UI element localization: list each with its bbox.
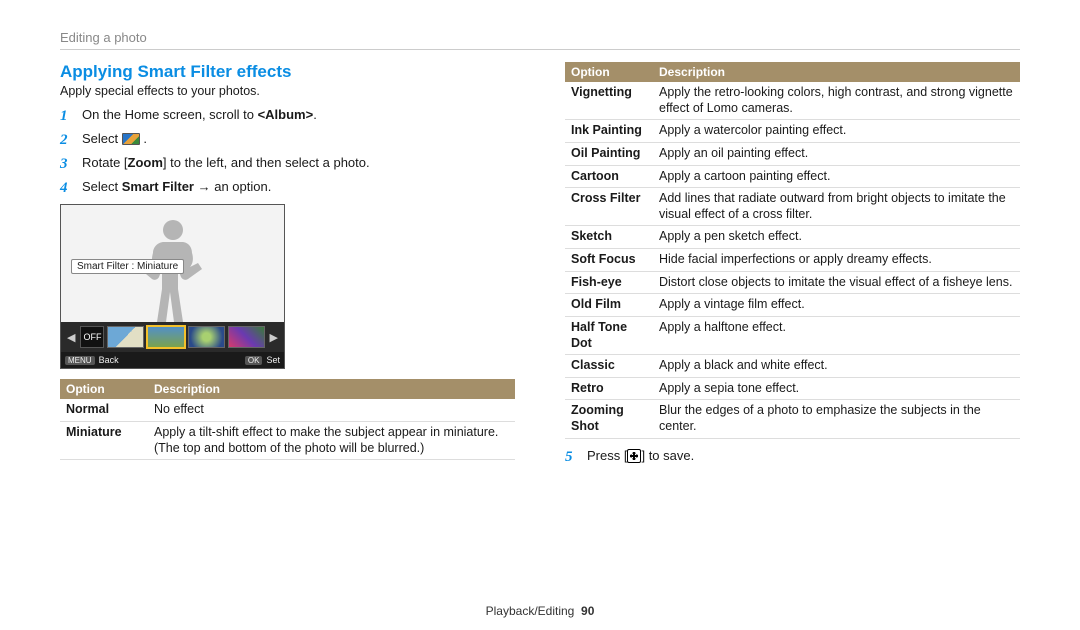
table-row: Old FilmApply a vintage film effect. — [565, 294, 1020, 317]
ss-thumb-4 — [228, 326, 265, 348]
content-columns: Applying Smart Filter effects Apply spec… — [60, 62, 1020, 470]
breadcrumb: Editing a photo — [60, 30, 1020, 45]
step-4: Select Smart Filter → an option. — [60, 178, 515, 197]
divider — [60, 49, 1020, 50]
option-name: Sketch — [565, 226, 653, 249]
table-row: VignettingApply the retro-looking colors… — [565, 82, 1020, 120]
option-name: Vignetting — [565, 82, 653, 120]
option-description: Hide facial imperfections or apply dream… — [653, 249, 1020, 272]
option-description: Apply a black and white effect. — [653, 355, 1020, 378]
option-description: Apply the retro-looking colors, high con… — [653, 82, 1020, 120]
option-description: Add lines that radiate outward from brig… — [653, 188, 1020, 226]
table-row: Zooming ShotBlur the edges of a photo to… — [565, 400, 1020, 438]
ss-photo-area: Smart Filter : Miniature — [61, 205, 284, 322]
ss-bottom-bar: MENU Back OK Set — [61, 352, 284, 368]
option-name: Soft Focus — [565, 249, 653, 272]
table-row: ClassicApply a black and white effect. — [565, 355, 1020, 378]
option-description: Apply a cartoon painting effect. — [653, 165, 1020, 188]
option-description: Blur the edges of a photo to emphasize t… — [653, 400, 1020, 438]
step-list: On the Home screen, scroll to <Album>. S… — [60, 106, 515, 196]
option-name: Fish-eye — [565, 271, 653, 294]
option-description: Apply a sepia tone effect. — [653, 377, 1020, 400]
step-2: Select . — [60, 130, 515, 149]
table-row: Ink PaintingApply a watercolor painting … — [565, 120, 1020, 143]
option-description: Distort close objects to imitate the vis… — [653, 271, 1020, 294]
right-column: Option Description VignettingApply the r… — [565, 62, 1020, 470]
table-row: Oil PaintingApply an oil painting effect… — [565, 142, 1020, 165]
step-list-continued: Press [] to save. — [565, 447, 1020, 466]
option-name: Retro — [565, 377, 653, 400]
option-description: Apply a vintage film effect. — [653, 294, 1020, 317]
th-description: Description — [653, 62, 1020, 82]
option-name: Cross Filter — [565, 188, 653, 226]
ss-thumb-3 — [188, 326, 225, 348]
ss-menu-button: MENU — [65, 356, 95, 365]
option-description: Apply a halftone effect. — [653, 316, 1020, 354]
album-icon — [122, 133, 140, 145]
option-name: Ink Painting — [565, 120, 653, 143]
ss-ok-button: OK — [245, 356, 263, 365]
option-name: Old Film — [565, 294, 653, 317]
table-row: Cross FilterAdd lines that radiate outwa… — [565, 188, 1020, 226]
step-5: Press [] to save. — [565, 447, 1020, 466]
options-table-right: Option Description VignettingApply the r… — [565, 62, 1020, 439]
option-name: Normal — [60, 399, 148, 421]
step-1: On the Home screen, scroll to <Album>. — [60, 106, 515, 125]
option-name: Oil Painting — [565, 142, 653, 165]
option-description: Apply a tilt-shift effect to make the su… — [148, 422, 515, 460]
th-option: Option — [60, 379, 148, 399]
left-column: Applying Smart Filter effects Apply spec… — [60, 62, 515, 470]
table-row: CartoonApply a cartoon painting effect. — [565, 165, 1020, 188]
option-name: Zooming Shot — [565, 400, 653, 438]
option-name: Miniature — [60, 422, 148, 460]
option-description: Apply an oil painting effect. — [653, 142, 1020, 165]
page-footer: Playback/Editing 90 — [0, 604, 1080, 618]
th-description: Description — [148, 379, 515, 399]
ss-filter-label: Smart Filter : Miniature — [71, 259, 184, 274]
ss-back-label: Back — [99, 355, 119, 365]
option-description: Apply a watercolor painting effect. — [653, 120, 1020, 143]
page-title: Applying Smart Filter effects — [60, 62, 515, 82]
options-table-left: Option Description NormalNo effectMiniat… — [60, 379, 515, 460]
lead-text: Apply special effects to your photos. — [60, 84, 515, 98]
option-name: Cartoon — [565, 165, 653, 188]
camera-screenshot: Smart Filter : Miniature ◀ OFF ▶ MENU Ba… — [60, 204, 285, 369]
table-row: MiniatureApply a tilt-shift effect to ma… — [60, 422, 515, 460]
option-name: Classic — [565, 355, 653, 378]
table-row: NormalNo effect — [60, 399, 515, 421]
table-row: Soft FocusHide facial imperfections or a… — [565, 249, 1020, 272]
step-3: Rotate [Zoom] to the left, and then sele… — [60, 154, 515, 173]
ss-set-label: Set — [266, 355, 280, 365]
table-row: Fish-eyeDistort close objects to imitate… — [565, 271, 1020, 294]
chevron-right-icon: ▶ — [268, 331, 280, 344]
chevron-left-icon: ◀ — [65, 331, 77, 344]
ss-off-thumb: OFF — [80, 326, 104, 348]
table-row: Half Tone DotApply a halftone effect. — [565, 316, 1020, 354]
option-name: Half Tone Dot — [565, 316, 653, 354]
table-row: RetroApply a sepia tone effect. — [565, 377, 1020, 400]
option-description: No effect — [148, 399, 515, 421]
th-option: Option — [565, 62, 653, 82]
ss-thumb-2-selected — [147, 326, 184, 348]
table-row: SketchApply a pen sketch effect. — [565, 226, 1020, 249]
option-description: Apply a pen sketch effect. — [653, 226, 1020, 249]
ss-thumb-1 — [107, 326, 144, 348]
flower-button-icon — [627, 449, 641, 463]
ss-thumbnail-strip: ◀ OFF ▶ — [61, 322, 284, 352]
